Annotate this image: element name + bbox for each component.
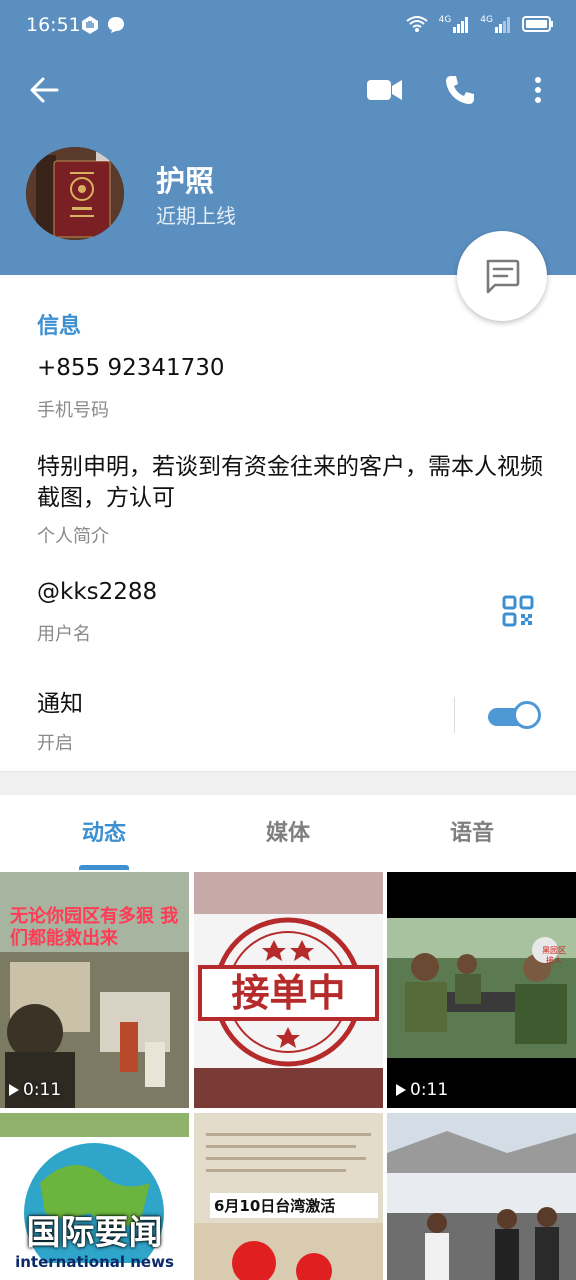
phone-number[interactable]: +855 92341730 [37,355,225,381]
network-type-label: 4G [480,15,493,25]
signal-bars-icon [453,17,469,33]
wifi-icon [405,16,428,32]
section-gap [0,771,576,796]
media-overlay-text: 黑园区 接人 [542,946,566,965]
active-tab-indicator [79,865,129,870]
more-menu-button[interactable] [524,72,552,108]
hand-icon [82,16,98,34]
qr-code-icon [502,595,534,627]
tab-voice[interactable]: 语音 [376,815,568,847]
notifications-status: 开启 [37,733,73,754]
media-overlay-subtext: international news [15,1253,174,1271]
message-icon [486,259,520,294]
media-overlay-text: 6月10日台湾激活 [210,1193,378,1218]
battery-icon [522,16,553,32]
status-notification-icons [80,15,126,35]
media-thumbnail [387,1113,576,1280]
duration-label: 0:11 [410,1080,449,1100]
divider [454,697,455,733]
toggle-knob [513,701,541,729]
video-call-button[interactable] [364,72,406,108]
media-overlay-text: 国际要闻 [26,1213,163,1253]
phone-label: 手机号码 [37,400,109,421]
status-right-icons: 4G 4G [405,14,554,34]
username-label: 用户名 [37,624,91,645]
signal-1: 4G [439,15,471,33]
video-duration: 0:11 [8,1080,61,1100]
info-section-title: 信息 [37,314,82,339]
signal-2: 4G [480,15,512,33]
notifications-title[interactable]: 通知 [37,684,83,718]
passport-image [26,147,124,240]
media-item[interactable] [387,1113,576,1280]
notifications-toggle[interactable] [488,701,542,731]
network-type-label: 4G [438,15,452,25]
phone-icon [446,76,474,104]
media-overlay-text: 无论你园区有多狠 我们都能救出来 [10,906,179,949]
signal-bars-icon [495,17,510,33]
play-icon [396,1084,406,1096]
voice-call-button[interactable] [442,72,478,108]
media-grid: 无论你园区有多狠 我们都能救出来 0:11 接单中 黑园区 接人 0:11 国际… [0,872,576,1280]
chat-bubble-icon [108,17,124,33]
qr-code-button[interactable] [502,595,534,631]
duration-label: 0:11 [23,1080,62,1100]
media-tabs: 动态 媒体 语音 [0,795,576,870]
bio-label: 个人简介 [37,526,109,547]
arrow-left-icon [30,77,59,103]
back-button[interactable] [26,72,62,108]
more-vertical-icon [535,77,541,103]
profile-name: 护照 [156,164,215,198]
play-icon [9,1084,19,1096]
last-seen-status: 近期上线 [156,204,236,228]
media-item[interactable]: 国际要闻 international news [0,1113,189,1280]
status-bar: 16:51 4G 4G [0,0,576,52]
bio-text: 特别申明，若谈到有资金往来的客户，需本人视频截图，方认可 [37,454,543,511]
stamp-text: 接单中 [231,971,346,1015]
media-item[interactable]: 黑园区 接人 0:11 [387,872,576,1108]
tab-media[interactable]: 媒体 [192,815,384,847]
media-item[interactable]: 接单中 [194,872,383,1108]
avatar[interactable] [26,147,124,240]
username[interactable]: @kks2288 [37,579,157,605]
status-time: 16:51 [26,14,81,36]
message-button[interactable] [457,231,547,321]
media-thumbnail [387,872,576,1108]
media-item[interactable]: 6月10日台湾激活 [194,1113,383,1280]
tab-posts[interactable]: 动态 [8,815,200,847]
media-item[interactable]: 无论你园区有多狠 我们都能救出来 0:11 [0,872,189,1108]
video-duration: 0:11 [395,1080,448,1100]
video-camera-icon [367,80,402,100]
